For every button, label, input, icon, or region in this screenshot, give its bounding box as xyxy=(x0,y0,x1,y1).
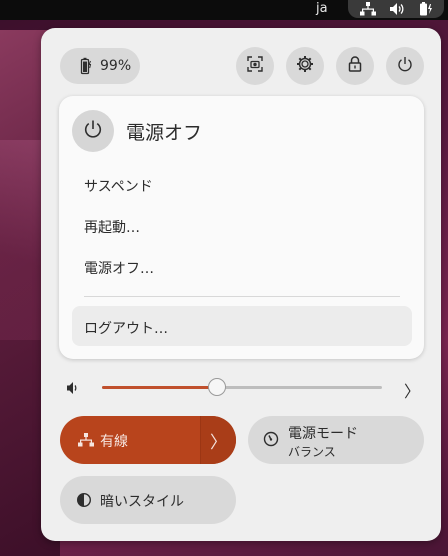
menu-separator xyxy=(84,296,400,297)
battery-charging-icon xyxy=(80,57,92,75)
input-language-indicator[interactable]: ja xyxy=(316,0,328,20)
wired-toggle-main[interactable]: 有線 xyxy=(60,416,200,464)
power-menu-header-icon-circle xyxy=(72,110,114,152)
wired-network-toggle[interactable]: 有線 〉 xyxy=(60,416,236,464)
power-icon xyxy=(83,119,103,143)
top-bar: ja xyxy=(0,0,448,20)
power-mode-subtitle: バランス xyxy=(288,445,336,459)
power-mode-title: 電源モード xyxy=(288,426,358,442)
screenshot-button[interactable] xyxy=(236,47,274,85)
menu-item-power-off[interactable]: 電源オフ… xyxy=(84,258,154,278)
menu-item-suspend[interactable]: サスペンド xyxy=(84,176,153,196)
volume-slider-fill xyxy=(102,386,217,389)
battery-charging-icon xyxy=(418,2,434,16)
power-button[interactable] xyxy=(386,47,424,85)
lock-button[interactable] xyxy=(336,47,374,85)
dark-style-toggle[interactable]: 暗いスタイル xyxy=(60,476,236,524)
power-icon xyxy=(397,56,413,76)
chevron-right-icon: 〉 xyxy=(210,432,227,453)
volume-low-icon[interactable] xyxy=(66,380,80,394)
settings-icon xyxy=(296,55,314,77)
screenshot-icon xyxy=(247,56,263,76)
chevron-right-icon[interactable]: 〉 xyxy=(404,378,420,402)
dark-mode-icon xyxy=(76,492,92,508)
power-menu-title: 電源オフ xyxy=(126,122,203,144)
lock-icon xyxy=(348,56,362,76)
wired-menu-button[interactable]: 〉 xyxy=(201,416,236,464)
menu-item-logout[interactable]: ログアウト… xyxy=(84,318,168,338)
menu-item-restart[interactable]: 再起動… xyxy=(84,217,140,237)
speedometer-icon xyxy=(263,431,279,447)
volume-slider-handle[interactable] xyxy=(207,378,226,396)
battery-percent-label: 99% xyxy=(100,58,132,74)
power-mode-toggle[interactable]: 電源モード バランス xyxy=(248,416,424,464)
volume-icon xyxy=(389,2,405,16)
battery-status-button[interactable]: 99% xyxy=(60,48,140,84)
wired-toggle-label: 有線 xyxy=(100,434,128,450)
network-wired-icon xyxy=(360,2,376,16)
dark-style-label: 暗いスタイル xyxy=(100,494,184,510)
network-wired-icon xyxy=(78,432,94,448)
settings-button[interactable] xyxy=(286,47,324,85)
